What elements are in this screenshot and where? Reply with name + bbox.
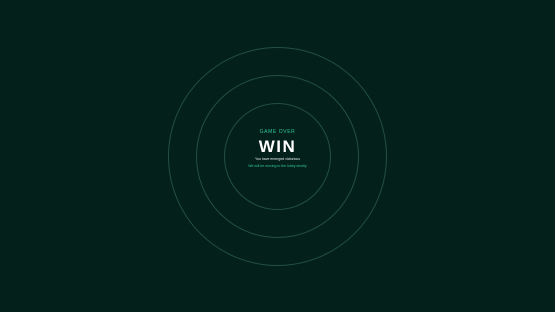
game-over-screen: GAME OVER WIN You have emerged victoriou… [0, 0, 555, 312]
victory-message: You have emerged victorious [254, 157, 300, 161]
game-over-label: GAME OVER [259, 129, 296, 135]
result-title: WIN [258, 137, 297, 156]
lobby-redirect-notice: We will be moving to the lobby shortly [248, 164, 307, 168]
